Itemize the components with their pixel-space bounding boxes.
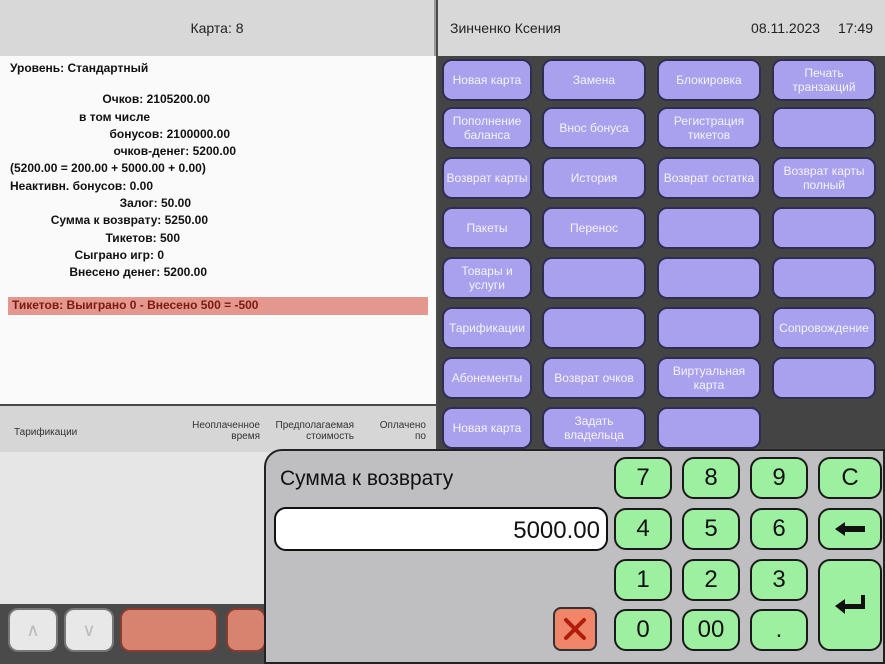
deposit-row: Залог: 50.00 [119,196,191,211]
return-card-button[interactable]: Возврат карты [442,157,532,199]
key-5[interactable]: 5 [682,508,740,550]
col-estimated-cost-l2: стоимость [306,431,354,442]
tarification-action-button-2[interactable] [226,608,266,652]
col-paid-until-l1: Оплачено [379,420,426,431]
card-header: Карта: 8 [0,0,436,56]
key-clear[interactable]: C [818,457,882,499]
new-card-button-2[interactable]: Новая карта [442,407,532,449]
empty-action-button[interactable] [657,257,761,299]
empty-action-button[interactable] [657,307,761,349]
ticket-registration-button[interactable]: Регистрация тикетов [657,107,761,149]
games-played-row: Сыграно игр: 0 [74,247,164,262]
escort-button[interactable]: Сопровождение [772,307,876,349]
col-estimated-cost-l1: Предполагаемая [275,420,354,431]
key-3[interactable]: 3 [750,559,808,601]
dialog-title: Сумма к возврату [280,467,454,490]
col-estimated-cost: Предполагаемая стоимость [264,420,354,442]
user-name: Зинченко Ксения [450,20,561,36]
return-rest-button[interactable]: Возврат остатка [657,157,761,199]
set-owner-button[interactable]: Задать владельца [542,407,646,449]
tickets-summary: Тикетов: Выиграно 0 - Внесено 500 = -500 [8,297,428,315]
empty-action-button[interactable] [772,207,876,249]
tarification-action-button[interactable] [120,608,218,652]
money-deposited-row: Внесено денег: 5200.00 [69,265,207,280]
bonus-deposit-button[interactable]: Внос бонуса [542,107,646,149]
tarification-table-header: Тарификации Неоплаченное время Предполаг… [0,406,436,452]
key-2[interactable]: 2 [682,559,740,601]
card-number: Карта: 8 [190,20,244,36]
refund-amount-dialog: Сумма к возврату 5000.00 7 8 9 C 4 5 6 1… [264,449,885,664]
new-card-button[interactable]: Новая карта [442,59,532,101]
key-0[interactable]: 0 [614,609,672,651]
enter-arrow-icon [835,595,865,614]
scroll-up-button[interactable]: ∧ [8,608,58,652]
empty-action-button[interactable] [542,307,646,349]
packages-button[interactable]: Пакеты [442,207,532,249]
print-transactions-button[interactable]: Печать транзакций [772,59,876,101]
col-unpaid-time-l1: Неоплаченное [192,420,260,431]
money-points-row: очков-денег: 5200.00 [113,144,236,159]
datetime: 08.11.2023 17:49 [737,20,873,36]
key-00[interactable]: 00 [682,609,740,651]
goods-services-button[interactable]: Товары и услуги [442,257,532,299]
key-1[interactable]: 1 [614,559,672,601]
bonuses-row: бонусов: 2100000.00 [109,126,230,141]
col-paid-until-l2: по [415,431,426,442]
virtual-card-button[interactable]: Виртуальная карта [657,357,761,399]
key-7[interactable]: 7 [614,457,672,499]
tickets-row: Тикетов: 500 [105,230,180,245]
refund-amount-row: Сумма к возврату: 5250.00 [50,213,208,228]
date: 08.11.2023 [751,20,821,36]
col-paid-until: Оплачено по [370,420,426,442]
cancel-button[interactable] [553,607,597,651]
transfer-button[interactable]: Перенос [542,207,646,249]
history-button[interactable]: История [542,157,646,199]
inactive-bonuses-row: Неактивн. бонусов: 0.00 [10,178,153,193]
subscriptions-button[interactable]: Абонементы [442,357,532,399]
key-6[interactable]: 6 [750,508,808,550]
close-icon [564,618,586,640]
empty-action-button[interactable] [772,107,876,149]
tarifications-button[interactable]: Тарификации [442,307,532,349]
col-unpaid-time-l2: время [231,431,260,442]
card-actions-grid: Новая карта Замена Блокировка Печать тра… [438,56,885,449]
col-unpaid-time: Неоплаченное время [182,420,260,442]
time: 17:49 [837,20,873,36]
chevron-down-icon: ∨ [82,619,96,640]
card-level: Уровень: Стандартный [10,61,149,75]
scroll-down-button[interactable]: ∨ [64,608,114,652]
amount-input[interactable]: 5000.00 [274,507,608,551]
key-dot[interactable]: . [750,609,808,651]
card-info-panel: Уровень: Стандартный Очков: 2105200.00 в… [0,56,436,404]
including-row: в том числе [79,109,150,124]
backspace-key[interactable] [818,508,882,550]
empty-action-button[interactable] [657,407,761,449]
key-4[interactable]: 4 [614,508,672,550]
replace-card-button[interactable]: Замена [542,59,646,101]
points-row: Очков: 2105200.00 [102,92,210,107]
return-card-full-button[interactable]: Возврат карты полный [772,157,876,199]
empty-action-button[interactable] [657,207,761,249]
key-8[interactable]: 8 [682,457,740,499]
chevron-up-icon: ∧ [26,619,40,640]
user-header: Зинченко Ксения 08.11.2023 17:49 [438,0,885,56]
col-tarification: Тарификации [14,427,78,438]
empty-action-button[interactable] [542,257,646,299]
empty-action-button[interactable] [772,257,876,299]
backspace-arrow-icon [835,522,865,536]
key-9[interactable]: 9 [750,457,808,499]
empty-action-button[interactable] [772,357,876,399]
block-card-button[interactable]: Блокировка [657,59,761,101]
top-up-balance-button[interactable]: Пополнение баланса [442,107,532,149]
money-breakdown-row: (5200.00 = 200.00 + 5000.00 + 0.00) [10,161,206,176]
enter-key[interactable] [818,559,882,651]
return-points-button[interactable]: Возврат очков [542,357,646,399]
